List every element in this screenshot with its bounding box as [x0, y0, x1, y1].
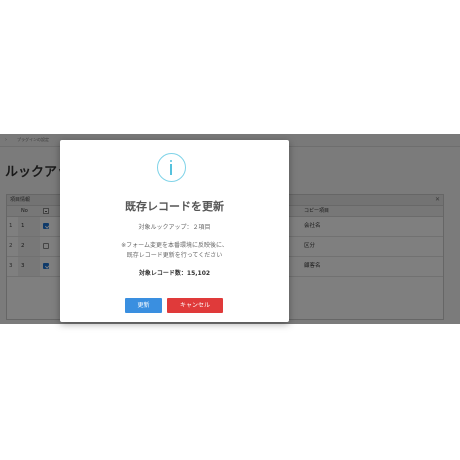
- cancel-button[interactable]: キャンセル: [167, 298, 223, 313]
- note-line-2: 既存レコード更新を行ってください: [126, 252, 223, 259]
- update-button[interactable]: 更新: [125, 298, 162, 313]
- update-records-dialog: 既存レコードを更新 対象ルックアップ：２項目 ※フォーム変更を本番環境に反映後に…: [60, 140, 289, 322]
- info-icon: [157, 153, 186, 182]
- record-count-text: 対象レコード数：15,102: [138, 270, 211, 277]
- note-line-1: ※フォーム変更を本番環境に反映後に、: [121, 242, 228, 249]
- dialog-title: 既存レコードを更新: [125, 200, 224, 213]
- target-lookup-text: 対象ルックアップ：２項目: [138, 224, 211, 231]
